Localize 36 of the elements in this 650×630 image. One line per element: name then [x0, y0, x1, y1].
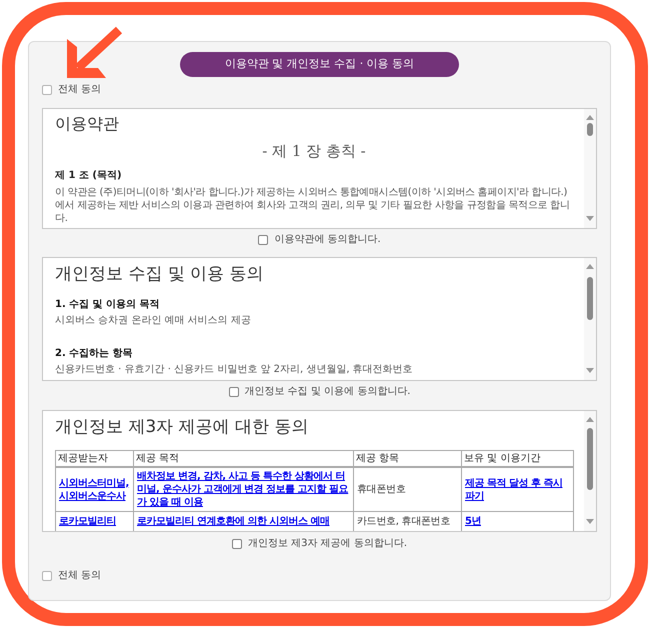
section-title: 이용약관: [55, 113, 120, 135]
arrow-icon: [64, 26, 122, 80]
section-title: 개인정보 제3자 제공에 대한 동의: [55, 416, 310, 438]
scroll-down-icon[interactable]: [586, 216, 594, 221]
item-heading: 2. 수집하는 항목: [55, 347, 134, 361]
scrollbar-thumb[interactable]: [587, 277, 593, 320]
table-cell: 휴대폰번호: [354, 467, 462, 512]
checkbox[interactable]: [42, 571, 52, 581]
item-heading: 1. 수집 및 이용의 목적: [55, 298, 161, 312]
section-title: 개인정보 수집 및 이용 동의: [55, 263, 265, 285]
checkbox-label: 이용약관에 동의합니다.: [274, 233, 381, 247]
scroll-up-icon[interactable]: [586, 417, 594, 422]
column-header: 제공 목적: [134, 450, 354, 467]
item-text: 시외버스 승차권 온라인 예매 서비스의 제공: [55, 314, 252, 328]
checkbox[interactable]: [258, 235, 268, 245]
checkbox-label: 개인정보 제3자 제공에 동의합니다.: [248, 537, 408, 551]
title-banner: 이용약관 및 개인정보 수집 · 이용 동의: [180, 52, 459, 77]
scroll-up-icon[interactable]: [586, 264, 594, 269]
checkbox-label: 개인정보 수집 및 이용에 동의합니다.: [244, 385, 410, 399]
scroll-up-icon[interactable]: [586, 115, 594, 120]
column-header: 제공받는자: [56, 450, 134, 467]
checkbox[interactable]: [228, 387, 239, 397]
scroll-down-icon[interactable]: [586, 519, 594, 524]
terms-paragraph: 이 약관은 (주)티머니(이하 '회사'라 합니다.)가 제공하는 시외버스 통합예매시스템(이하 '시외버스 홈페이지'라 합니다.)에서 제공하는 제반 서비스의 이용과 관련하여 회사와 고객의 권리, 의무 및 기타 필요한 사항을 규정함을 목적으로 합니다.: [55, 186, 571, 225]
article-heading: 제 1 조 (목적): [55, 169, 123, 183]
column-header: 보유 및 이용기간: [462, 450, 574, 467]
scrollbar-thumb[interactable]: [587, 428, 593, 490]
column-header: 제공 항목: [354, 450, 462, 467]
item-text: 신용카드번호 · 유효기간 · 신용카드 비밀번호 앞 2자리, 생년월일, 휴대전화번호: [55, 363, 414, 377]
chapter-heading: - 제 1 장 총칙 -: [262, 141, 366, 161]
checkbox-label: 전체 동의: [58, 569, 102, 583]
scrollbar-thumb[interactable]: [587, 123, 593, 136]
checkbox-label: 전체 동의: [58, 83, 102, 97]
checkbox[interactable]: [42, 85, 52, 95]
checkbox[interactable]: [232, 539, 242, 549]
scroll-down-icon[interactable]: [586, 368, 594, 373]
